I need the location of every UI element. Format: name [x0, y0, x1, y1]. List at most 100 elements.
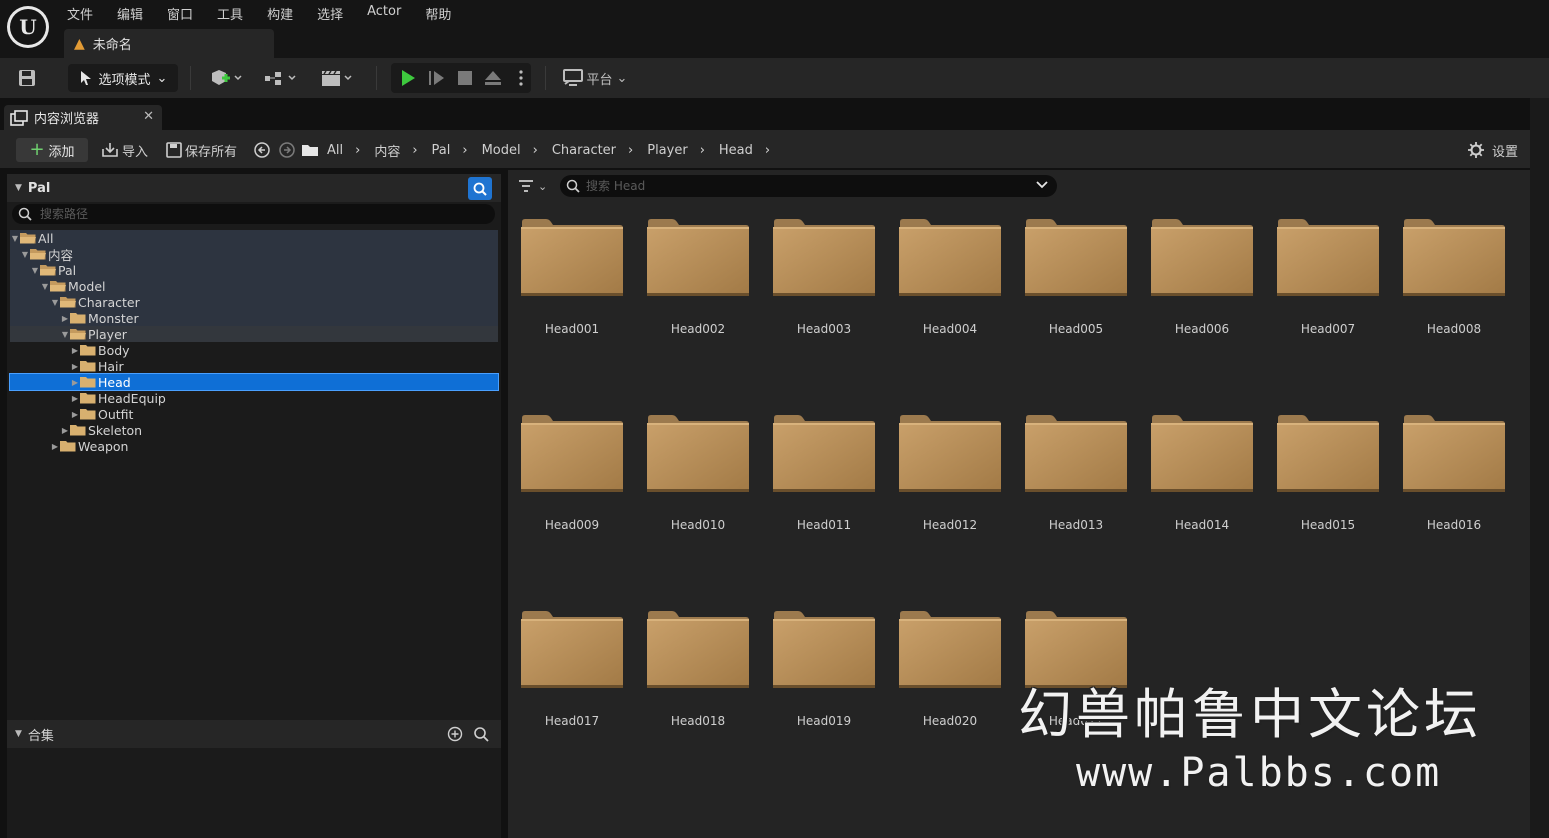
asset-tile[interactable]: Head001 [520, 218, 624, 378]
settings-button[interactable]: 设置 [1468, 138, 1518, 162]
caret-down-icon[interactable]: ▼ [40, 278, 50, 294]
caret-right-icon[interactable]: ▶ [50, 438, 60, 454]
add-actor-button[interactable] [204, 64, 248, 92]
path-search-input[interactable] [40, 207, 460, 221]
caret-right-icon[interactable]: ▶ [70, 390, 80, 406]
asset-tile[interactable]: Head019 [772, 610, 876, 770]
breadcrumb-head[interactable]: Head [711, 143, 755, 158]
asset-tile[interactable]: Head016 [1402, 414, 1506, 574]
chevron-right-icon[interactable]: › [755, 143, 776, 158]
breadcrumb-pal[interactable]: Pal [424, 143, 453, 158]
caret-down-icon[interactable]: ▼ [10, 230, 20, 246]
asset-tile[interactable]: Head013 [1024, 414, 1128, 574]
menu-edit[interactable]: 编辑 [105, 3, 155, 24]
import-button[interactable]: 导入 [101, 138, 148, 162]
tree-item[interactable]: ▼ Character [10, 294, 498, 310]
breadcrumb-character[interactable]: Character [544, 143, 618, 158]
menu-build[interactable]: 构建 [255, 3, 305, 24]
breadcrumb-all[interactable]: All [319, 143, 345, 158]
caret-down-icon[interactable]: ▼ [20, 246, 30, 262]
breadcrumb-model[interactable]: Model [474, 143, 523, 158]
asset-tile[interactable]: Head018 [646, 610, 750, 770]
menu-select[interactable]: 选择 [305, 3, 355, 24]
chevron-right-icon[interactable]: › [452, 143, 473, 158]
menu-actor[interactable]: Actor [355, 3, 413, 24]
caret-right-icon[interactable]: ▶ [70, 358, 80, 374]
platforms-button[interactable]: 平台 ⌄ [560, 64, 630, 92]
stop-button[interactable] [451, 63, 479, 93]
search-icon[interactable] [473, 726, 489, 742]
unreal-logo-icon[interactable]: U [7, 6, 49, 48]
caret-down-icon[interactable]: ▼ [50, 294, 60, 310]
back-button[interactable] [252, 140, 272, 160]
asset-search-input[interactable] [586, 179, 1026, 193]
close-icon[interactable]: ✕ [143, 109, 154, 124]
asset-tile[interactable]: Head017 [520, 610, 624, 770]
sources-header[interactable]: ▼ Pal [7, 174, 501, 202]
tree-item[interactable]: ▶ Monster [10, 310, 498, 326]
side-scrollbar[interactable] [1530, 98, 1549, 838]
asset-tile[interactable]: Head015 [1276, 414, 1380, 574]
play-options-button[interactable] [507, 63, 535, 93]
caret-right-icon[interactable]: ▶ [60, 310, 70, 326]
caret-right-icon[interactable]: ▶ [70, 374, 80, 390]
chevron-right-icon[interactable]: › [402, 143, 423, 158]
tree-item[interactable]: ▶ Skeleton [10, 422, 498, 438]
asset-tile[interactable]: Head009 [520, 414, 624, 574]
chevron-down-icon[interactable] [1035, 178, 1049, 192]
menu-file[interactable]: 文件 [55, 3, 105, 24]
add-button[interactable]: + 添加 [16, 138, 88, 162]
chevron-right-icon[interactable]: › [523, 143, 544, 158]
mode-select-button[interactable]: 选项模式 ⌄ [68, 64, 178, 92]
search-button[interactable] [468, 177, 492, 200]
asset-tile[interactable]: Head010 [646, 414, 750, 574]
chevron-right-icon[interactable]: › [690, 143, 711, 158]
tree-item[interactable]: ▼ 内容 [10, 246, 498, 263]
filter-button[interactable]: ⌄ [518, 178, 550, 194]
asset-tile[interactable]: Head003 [772, 218, 876, 378]
content-browser-tab[interactable]: 内容浏览器 ✕ [4, 105, 162, 130]
add-collection-icon[interactable] [447, 726, 463, 742]
caret-right-icon[interactable]: ▶ [70, 342, 80, 358]
collections-header[interactable]: ▼ 合集 [7, 720, 501, 748]
tree-item[interactable]: ▶ Head [9, 373, 499, 391]
breadcrumb-player[interactable]: Player [639, 143, 689, 158]
asset-tile[interactable]: Head002 [646, 218, 750, 378]
breadcrumb-content[interactable]: 内容 [366, 141, 402, 160]
tree-item[interactable]: ▶ Body [10, 342, 498, 358]
asset-tile[interactable]: Head006 [1150, 218, 1254, 378]
tree-item[interactable]: ▶ Hair [10, 358, 498, 374]
document-tab[interactable]: ▲ 未命名 [64, 29, 274, 58]
tree-item[interactable]: ▶ HeadEquip [10, 390, 498, 406]
caret-down-icon[interactable]: ▼ [30, 262, 40, 278]
caret-right-icon[interactable]: ▶ [70, 406, 80, 422]
tree-item[interactable]: ▼ Model [10, 278, 498, 294]
save-all-button[interactable]: 保存所有 [166, 138, 237, 162]
caret-down-icon[interactable]: ▼ [60, 326, 70, 342]
asset-tile[interactable]: Head007 [1276, 218, 1380, 378]
asset-tile[interactable]: Head021 [1024, 610, 1128, 770]
asset-tile[interactable]: Head020 [898, 610, 1002, 770]
tree-item[interactable]: ▼ All [10, 230, 498, 246]
asset-tile[interactable]: Head011 [772, 414, 876, 574]
advance-frame-button[interactable] [423, 63, 451, 93]
tree-item[interactable]: ▼ Pal [10, 262, 498, 278]
eject-button[interactable] [479, 63, 507, 93]
save-button[interactable] [12, 64, 42, 92]
chevron-right-icon[interactable]: › [345, 143, 366, 158]
cinematics-button[interactable] [316, 64, 358, 92]
menu-help[interactable]: 帮助 [413, 3, 463, 24]
asset-tile[interactable]: Head014 [1150, 414, 1254, 574]
asset-tile[interactable]: Head005 [1024, 218, 1128, 378]
asset-tile[interactable]: Head012 [898, 414, 1002, 574]
play-button[interactable] [394, 63, 422, 93]
forward-button[interactable] [277, 140, 297, 160]
tree-item[interactable]: ▼ Player [10, 326, 498, 342]
tree-item[interactable]: ▶ Outfit [10, 406, 498, 422]
blueprint-button[interactable] [260, 64, 302, 92]
chevron-right-icon[interactable]: › [618, 143, 639, 158]
caret-right-icon[interactable]: ▶ [60, 422, 70, 438]
menu-tools[interactable]: 工具 [205, 3, 255, 24]
scrollbar-thumb[interactable] [1534, 106, 1546, 166]
asset-tile[interactable]: Head004 [898, 218, 1002, 378]
